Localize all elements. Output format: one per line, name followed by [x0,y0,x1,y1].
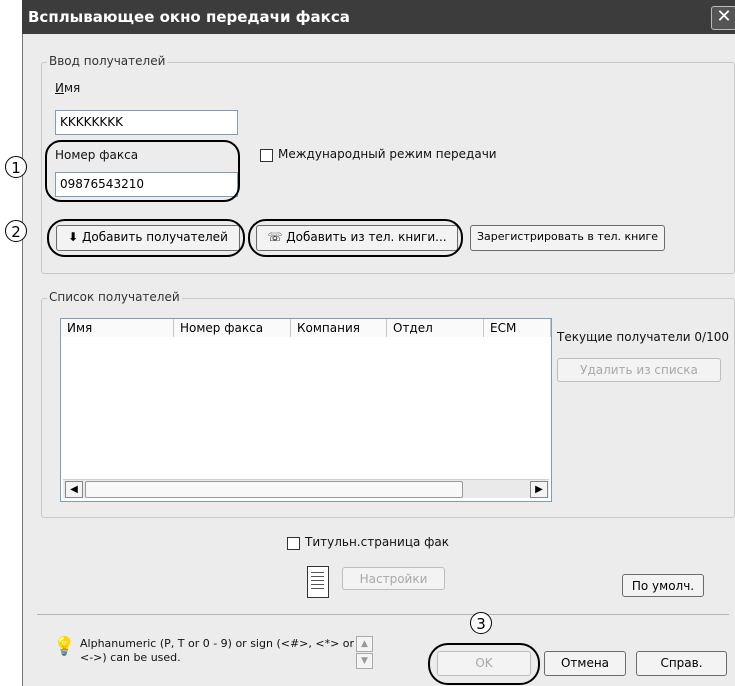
recipient-input-legend: Ввод получателей [47,54,168,68]
callout-ring-ok [428,643,540,685]
column-header-name[interactable]: Имя [61,319,174,337]
document-icon [307,566,329,598]
scroll-left-icon[interactable]: ◀ [65,481,83,498]
column-header-department[interactable]: Отдел [387,319,484,337]
recipient-list-table[interactable]: Имя Номер факса Компания Отдел ECM ◀ ▶ [60,318,552,502]
lightbulb-icon: 💡 [53,636,76,657]
current-recipients-count: Текущие получатели 0/100 [557,330,730,344]
column-header-ecm[interactable]: ECM [484,319,551,337]
callout-ring-fax-input [45,140,240,202]
horizontal-scrollbar[interactable]: ◀ ▶ [63,479,549,498]
callout-number-2: 2 [5,220,27,242]
recipient-list-legend: Список получателей [47,290,182,304]
callout-number-1: 1 [5,156,27,178]
footer-separator [37,614,729,615]
register-in-phonebook-button[interactable]: Зарегистрировать в тел. книге [470,225,665,251]
international-mode-checkbox[interactable] [260,149,273,162]
column-header-fax[interactable]: Номер факса [174,319,291,337]
window-title: Всплывающее окно передачи факса [28,8,350,26]
scroll-right-icon[interactable]: ▶ [530,481,548,498]
column-header-company[interactable]: Компания [291,319,387,337]
register-label: Зарегистрировать в тел. книге [476,230,659,243]
callout-ring-add-from-book [248,219,463,257]
close-icon[interactable]: ✕ [711,6,735,30]
cover-page-label: Титульн.страница фак [305,535,450,549]
hint-text-line1: Alphanumeric (P, T or 0 - 9) or sign (<#… [80,637,355,650]
hint-text-line2: <->) can be used. [80,651,181,664]
remove-from-list-button[interactable]: Удалить из списка [557,358,721,382]
title-bar: Всплывающее окно передачи факса ✕ [22,0,735,34]
hint-scroll-down-icon[interactable]: ▼ [356,653,373,669]
defaults-button[interactable]: По умолч. [622,574,704,597]
callout-ring-add-recipient [47,219,245,257]
scrollbar-thumb[interactable] [85,481,463,498]
international-mode-label: Международный режим передачи [278,147,497,161]
callout-number-3: 3 [470,612,492,634]
cover-page-checkbox[interactable] [287,537,300,550]
hint-scroll-up-icon[interactable]: ▲ [356,636,373,652]
cancel-button[interactable]: Отмена [544,651,626,676]
cover-settings-button[interactable]: Настройки [342,567,445,590]
name-input[interactable]: KKKKKKKK [55,110,238,135]
help-button[interactable]: Справ. [636,651,727,676]
name-label: Имя [55,81,81,95]
